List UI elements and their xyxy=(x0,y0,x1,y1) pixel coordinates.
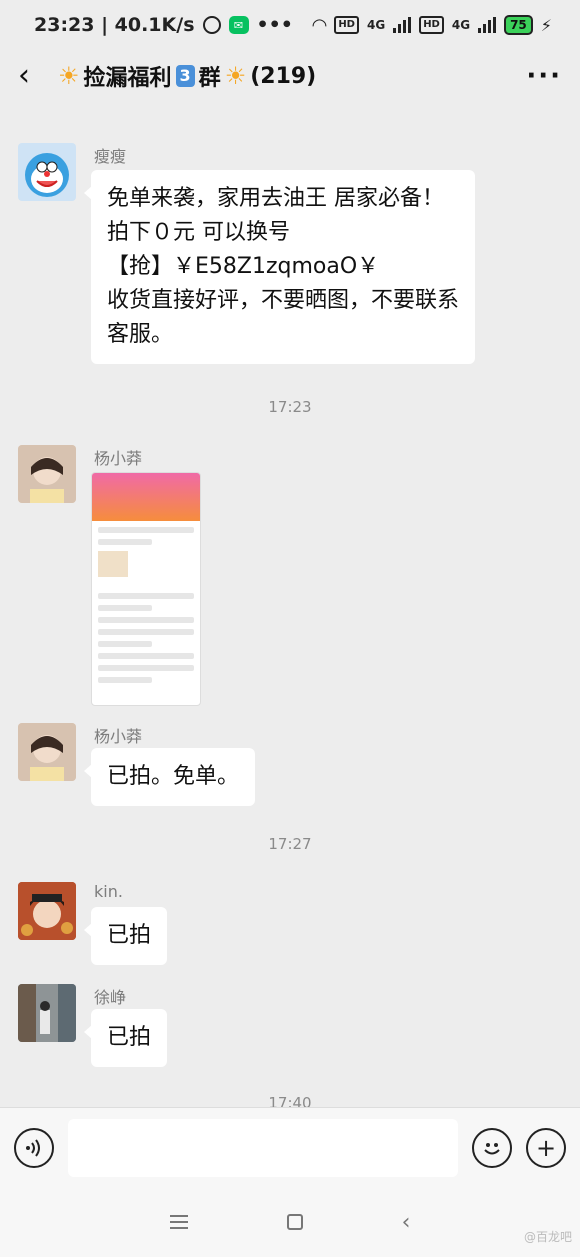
network-label-2: 4G xyxy=(451,18,471,32)
message-line: 免单来袭，家用去油王 居家必备！ xyxy=(107,186,444,211)
sender-name: 瘦瘦 xyxy=(94,147,127,166)
chat-header: ‹ ☀ 捡漏福利 3 群 ☀ (219) ··· xyxy=(0,50,580,102)
wechat-icon: ✉ xyxy=(228,16,249,34)
watermark: @百龙吧 xyxy=(523,1230,572,1244)
add-icon[interactable]: + xyxy=(526,1127,566,1168)
timestamp: 17:23 xyxy=(268,398,312,416)
chat-title: ☀ 捡漏福利 3 群 ☀ (219) xyxy=(58,60,526,92)
user-photo-avatar-icon xyxy=(18,445,76,503)
message-item: 瘦瘦 免单来袭，家用去油王 居家必备！ 拍下０元 可以换号 【抢】￥E58Z1z… xyxy=(18,143,558,373)
sun-icon: ☀ xyxy=(58,62,80,90)
message-bubble[interactable]: 免单来袭，家用去油王 居家必备！ 拍下０元 可以换号 【抢】￥E58Z1zqmo… xyxy=(83,170,476,364)
thumbnail-row xyxy=(98,665,194,671)
thumbnail-product-image xyxy=(98,551,128,577)
anime-avatar-icon xyxy=(18,882,76,940)
sender-name: kin. xyxy=(94,882,123,901)
message-line: 已拍。免单。 xyxy=(107,764,240,789)
street-photo-avatar-icon xyxy=(18,984,76,1042)
thumbnail-row xyxy=(98,593,194,599)
thumbnail-row xyxy=(98,653,194,659)
sender-name: 杨小莽 xyxy=(94,727,143,746)
smiley-icon xyxy=(484,1142,500,1154)
thumbnail-row xyxy=(98,641,152,647)
more-options-icon[interactable]: ··· xyxy=(526,61,562,91)
number-badge: 3 xyxy=(175,65,195,87)
thumbnail-row xyxy=(98,629,194,635)
thumbnail-header xyxy=(92,473,200,521)
avatar[interactable] xyxy=(18,445,76,503)
avatar[interactable] xyxy=(18,882,76,940)
screenshot-thumbnail[interactable] xyxy=(91,472,201,706)
hd-badge-1: HD xyxy=(334,16,359,34)
signal-icon-2 xyxy=(478,17,497,33)
user-photo-avatar-icon xyxy=(18,723,76,781)
message-line: 已拍 xyxy=(107,923,152,948)
voice-waves-icon xyxy=(26,1138,40,1157)
system-nav-bar: ‹ xyxy=(0,1187,580,1257)
thumbnail-row xyxy=(98,527,194,533)
avatar[interactable] xyxy=(18,723,76,781)
sun-icon-2: ☀ xyxy=(224,62,247,90)
avatar[interactable] xyxy=(18,984,76,1042)
message-bubble[interactable]: 已拍 xyxy=(83,907,168,965)
charging-icon: ⚡ xyxy=(540,15,552,35)
doraemon-avatar-icon xyxy=(25,153,69,197)
sender-name: 徐峥 xyxy=(94,988,127,1007)
message-bubble[interactable]: 已拍 xyxy=(83,1009,168,1067)
message-line: 拍下０元 可以换号 xyxy=(107,220,290,245)
message-line: 已拍 xyxy=(107,1025,152,1050)
chat-title-suffix: 群 xyxy=(198,66,221,91)
wifi-icon: ◠ xyxy=(312,14,327,36)
thumbnail-row xyxy=(98,677,152,683)
more-status-dots: ••• xyxy=(256,14,293,36)
message-item: 杨小莽 xyxy=(18,445,558,707)
voice-icon[interactable] xyxy=(14,1127,54,1168)
alarm-clock-icon xyxy=(202,16,221,34)
chat-title-text: 捡漏福利 xyxy=(83,66,172,91)
timestamp: 17:27 xyxy=(268,835,312,853)
network-label-1: 4G xyxy=(366,18,386,32)
home-square-icon[interactable] xyxy=(286,1214,303,1230)
back-chevron-icon[interactable]: ‹ xyxy=(18,61,58,91)
avatar[interactable] xyxy=(18,143,76,201)
message-item: 杨小莽 已拍。免单。 xyxy=(18,723,558,813)
member-count: (219) xyxy=(250,63,317,89)
nav-back-icon[interactable]: ‹ xyxy=(402,1210,411,1235)
chat-input-bar: + xyxy=(0,1107,580,1187)
status-bar: 23:23 | 40.1K/s ✉ ••• ◠ HD 4G HD 4G 75 ⚡ xyxy=(0,0,580,50)
message-line: 【抢】￥E58Z1zqmoaO￥ xyxy=(107,254,380,279)
message-item: 徐峥 已拍 xyxy=(18,984,558,1074)
menu-icon[interactable] xyxy=(169,1215,188,1229)
message-input[interactable] xyxy=(68,1118,458,1177)
time-speed: 23:23 | 40.1K/s xyxy=(34,14,195,36)
signal-icon-1 xyxy=(393,17,412,33)
battery-indicator: 75 xyxy=(504,15,533,35)
message-line: 客服。 xyxy=(107,322,174,347)
message-line: 收货直接好评，不要晒图，不要联系 xyxy=(107,288,460,313)
emoji-icon[interactable] xyxy=(472,1127,512,1168)
thumbnail-row xyxy=(98,617,194,623)
message-item: kin. 已拍 xyxy=(18,882,558,972)
thumbnail-row xyxy=(98,539,152,545)
message-bubble[interactable]: 已拍。免单。 xyxy=(83,748,256,806)
hd-badge-2: HD xyxy=(419,16,444,34)
sender-name: 杨小莽 xyxy=(94,449,143,468)
thumbnail-row xyxy=(98,605,152,611)
